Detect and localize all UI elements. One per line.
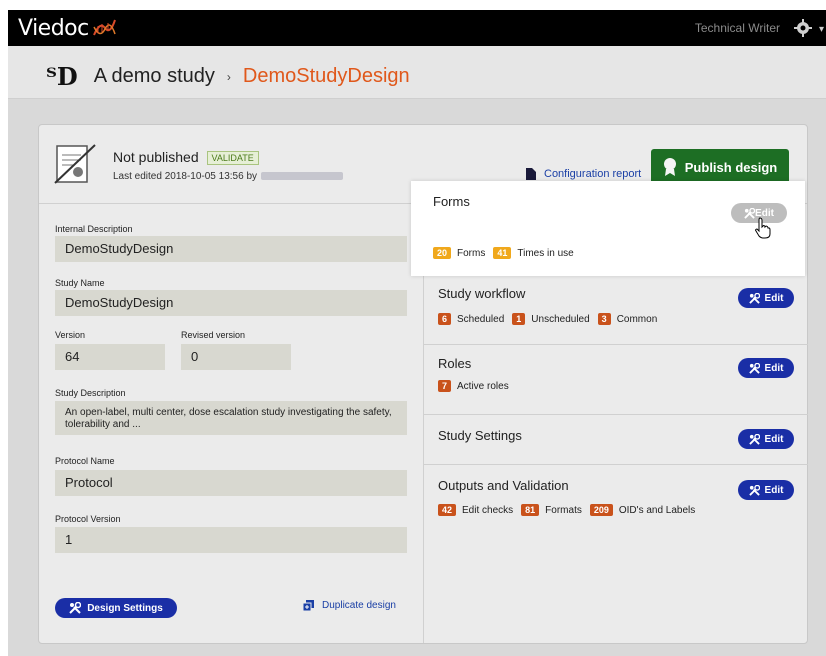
roles-title: Roles xyxy=(438,356,472,371)
study-description-label: Study Description xyxy=(55,388,126,398)
hand-cursor-icon xyxy=(755,217,771,239)
tools-icon xyxy=(744,207,756,219)
unpublished-certificate-icon xyxy=(54,144,96,184)
tools-icon xyxy=(748,484,760,496)
internal-description-field: DemoStudyDesign xyxy=(55,236,407,262)
outputs-validation-title: Outputs and Validation xyxy=(438,478,569,493)
forms-count: 20 xyxy=(433,247,452,259)
viedoc-logo[interactable]: Viedoc xyxy=(18,16,117,41)
scheduled-label: Scheduled xyxy=(457,313,505,325)
active-roles-label: Active roles xyxy=(457,380,509,392)
edit-label: Edit xyxy=(764,433,784,445)
protocol-name-label: Protocol Name xyxy=(55,456,115,466)
configuration-report-label: Configuration report xyxy=(544,168,642,180)
edit-label: Edit xyxy=(764,484,784,496)
study-name-label: Study Name xyxy=(55,278,105,288)
version-label: Version xyxy=(55,330,86,340)
outputs-counts: 42 Edit checks 81 Formats 209 OID's and Lab… xyxy=(438,504,703,516)
publish-state-text: Not published xyxy=(113,149,199,165)
unscheduled-count: 1 xyxy=(512,313,526,325)
breadcrumb-design: DemoStudyDesign xyxy=(242,65,410,87)
edit-roles-button[interactable]: Edit xyxy=(738,358,794,378)
user-name[interactable]: Technical Writer xyxy=(695,21,780,35)
protocol-name-field: Protocol xyxy=(55,470,407,496)
internal-description-label: Internal Description xyxy=(55,224,133,234)
tools-icon xyxy=(748,292,760,304)
formats-count: 81 xyxy=(521,504,540,516)
oids-labels-count: 209 xyxy=(589,504,613,516)
section-study-settings: Study Settings Edit xyxy=(424,414,808,465)
dna-logo-icon xyxy=(92,19,116,36)
redacted-user xyxy=(261,172,343,181)
times-in-use-label: Times in use xyxy=(517,247,574,259)
publish-design-button[interactable]: Publish design xyxy=(651,149,789,185)
last-edited: Last edited 2018-10-05 13:56 by xyxy=(113,171,343,182)
publish-design-label: Publish design xyxy=(684,159,778,175)
active-roles-count: 7 xyxy=(438,380,452,392)
study-name-field: DemoStudyDesign xyxy=(55,290,407,316)
version-field: 64 xyxy=(55,344,165,370)
edit-outputs-validation-button[interactable]: Edit xyxy=(738,480,794,500)
main-area: ᵀD A demo study › DemoStudyDesign Not pu… xyxy=(8,46,826,656)
gear-icon[interactable] xyxy=(794,19,812,37)
section-roles: Roles Edit 7 Active roles xyxy=(424,344,808,415)
study-settings-title: Study Settings xyxy=(438,428,522,443)
edit-checks-label: Edit checks xyxy=(462,504,514,516)
edit-study-workflow-button[interactable]: Edit xyxy=(738,288,794,308)
edit-label: Edit xyxy=(764,362,784,374)
common-label: Common xyxy=(616,313,658,325)
times-in-use-count: 41 xyxy=(493,247,512,259)
protocol-version-field: 1 xyxy=(55,527,407,553)
tools-icon xyxy=(748,433,760,445)
roles-counts: 7 Active roles xyxy=(438,380,517,392)
validate-badge[interactable]: VALIDATE xyxy=(206,151,259,166)
formats-label: Formats xyxy=(545,504,582,516)
forms-title: Forms xyxy=(433,194,470,209)
section-forms[interactable]: Forms Edit 20 Forms 41 Times in use xyxy=(411,181,805,276)
common-count: 3 xyxy=(597,313,611,325)
edit-study-settings-button[interactable]: Edit xyxy=(738,429,794,449)
document-icon xyxy=(526,168,536,180)
study-header: ᵀD A demo study › DemoStudyDesign xyxy=(8,46,826,99)
configuration-report-link[interactable]: Configuration report xyxy=(526,168,641,180)
publish-state: Not published VALIDATE xyxy=(113,149,259,166)
chevron-down-icon[interactable]: ▾ xyxy=(819,24,824,35)
protocol-version-label: Protocol Version xyxy=(55,514,121,524)
study-workflow-title: Study workflow xyxy=(438,286,526,301)
duplicate-design-label: Duplicate design xyxy=(322,600,396,611)
tools-icon xyxy=(748,362,760,374)
top-bar: Viedoc Technical Writer ▾ xyxy=(8,10,826,46)
tools-icon xyxy=(69,602,82,614)
section-outputs-validation: Outputs and Validation Edit 42 Edit check… xyxy=(424,464,808,643)
breadcrumb-study[interactable]: A demo study xyxy=(94,65,215,88)
viedoc-d-icon: ᵀD xyxy=(46,62,78,91)
revised-version-label: Revised version xyxy=(181,330,246,340)
study-description-field: An open-label, multi center, dose escala… xyxy=(55,401,407,435)
study-details: Internal Description DemoStudyDesign Stu… xyxy=(39,204,423,643)
revised-version-field: 0 xyxy=(181,344,291,370)
award-icon xyxy=(663,158,676,176)
unscheduled-label: Unscheduled xyxy=(531,313,590,325)
workflow-counts: 6 Scheduled 1 Unscheduled 3 Common xyxy=(438,313,665,325)
last-edited-text: Last edited 2018-10-05 13:56 by xyxy=(113,171,257,182)
scheduled-count: 6 xyxy=(438,313,452,325)
edit-label: Edit xyxy=(764,292,784,304)
forms-counts: 20 Forms 41 Times in use xyxy=(433,247,582,259)
edit-checks-count: 42 xyxy=(438,504,457,516)
app-name: Viedoc xyxy=(18,15,89,41)
duplicate-icon xyxy=(303,600,314,611)
design-settings-label: Design Settings xyxy=(87,602,163,614)
breadcrumb: ᵀD A demo study › DemoStudyDesign xyxy=(46,62,410,91)
duplicate-design-link[interactable]: Duplicate design xyxy=(303,600,396,611)
section-study-workflow: Study workflow Edit 6 Scheduled 1 Unschedu… xyxy=(424,274,808,345)
design-settings-button[interactable]: Design Settings xyxy=(55,598,177,618)
breadcrumb-separator: › xyxy=(226,69,231,84)
forms-count-label: Forms xyxy=(457,247,486,259)
oids-labels-label: OID's and Labels xyxy=(618,504,696,516)
